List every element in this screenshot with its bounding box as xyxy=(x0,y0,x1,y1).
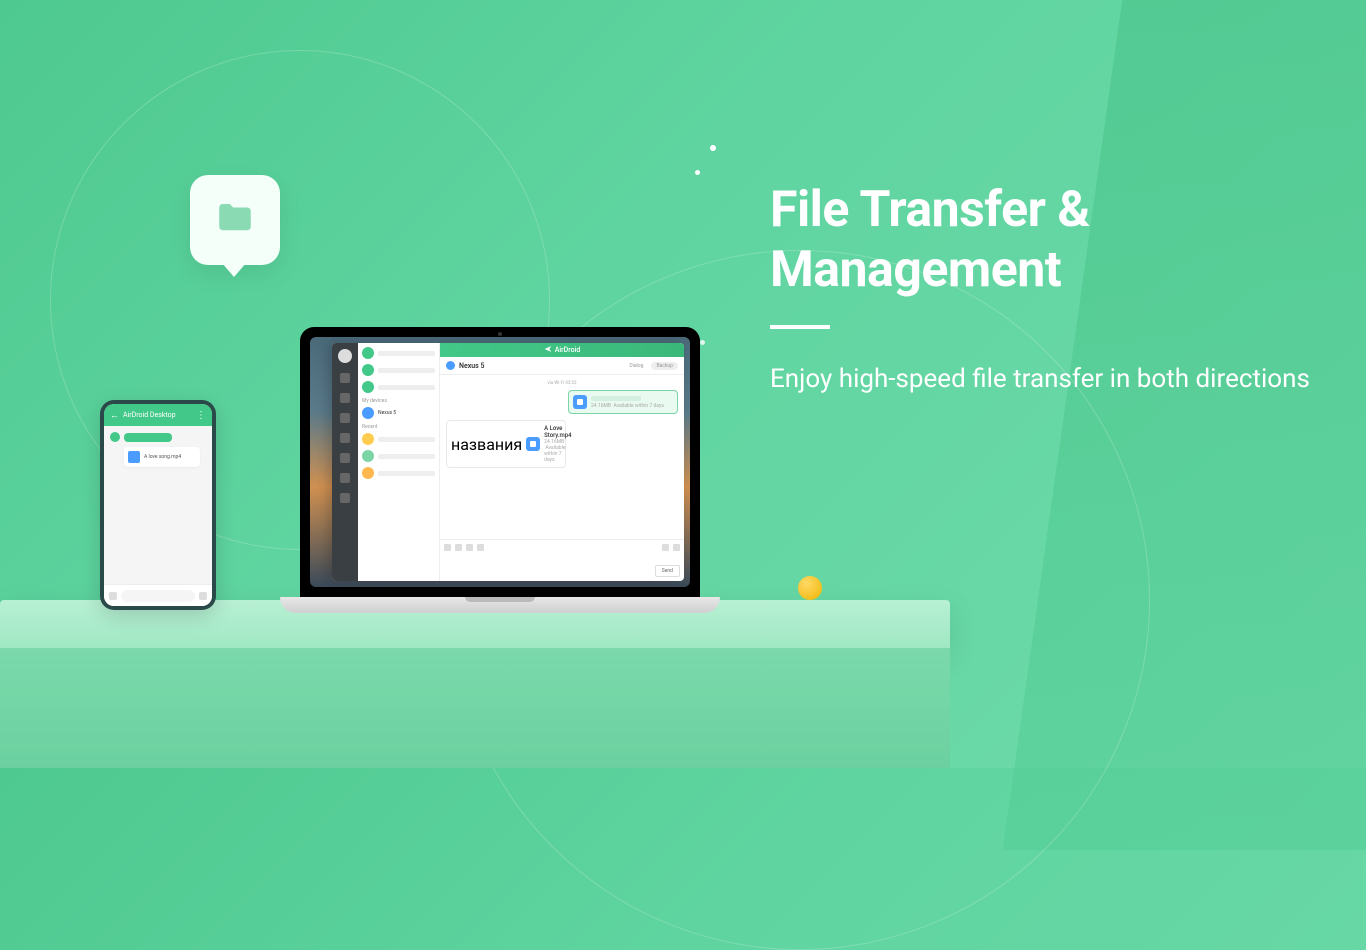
user-avatar[interactable] xyxy=(338,349,352,363)
emoji-icon[interactable] xyxy=(199,592,207,600)
chat-input-area: Send xyxy=(440,539,684,581)
file-name-placeholder xyxy=(591,396,641,401)
phone-app-header: ← AirDroid Desktop ⋮ xyxy=(104,404,212,426)
decorative-dot xyxy=(695,170,700,175)
nav-icon[interactable] xyxy=(340,493,350,503)
contact-item[interactable] xyxy=(362,450,435,462)
avatar-icon xyxy=(110,432,120,442)
device-name: Nexus 5 xyxy=(378,410,396,416)
phone-mockup: ← AirDroid Desktop ⋮ A love song.mp4 xyxy=(100,400,216,610)
phone-message-row xyxy=(110,432,206,442)
action-icon[interactable] xyxy=(673,544,680,551)
action-icon[interactable] xyxy=(662,544,669,551)
app-window: My devices Nexus 5 Recent AirDroid xyxy=(332,343,684,581)
message-bubble xyxy=(124,433,172,442)
image-icon[interactable] xyxy=(455,544,462,551)
file-name: A Love Story.mp4 xyxy=(544,425,571,439)
chat-header: Nexus 5 Dialog Backup xyxy=(440,357,684,375)
nav-rail xyxy=(332,343,358,581)
phone-chat-body: A love song.mp4 xyxy=(104,426,212,584)
timestamp: via Wi-Fi 03:22 xyxy=(446,381,678,386)
folder-icon[interactable] xyxy=(466,544,473,551)
file-meta: 24.16MB Available within 7 days xyxy=(591,403,664,409)
tab-backup[interactable]: Backup xyxy=(651,362,678,370)
folder-icon xyxy=(214,197,256,243)
section-label: Recent xyxy=(362,424,435,430)
send-button[interactable]: Send xyxy=(655,565,680,577)
app-icon[interactable] xyxy=(477,544,484,551)
nav-icon[interactable] xyxy=(340,373,350,383)
contact-list: My devices Nexus 5 Recent xyxy=(358,343,440,581)
nav-icon[interactable] xyxy=(340,453,350,463)
title-divider xyxy=(770,325,830,329)
section-label: My devices xyxy=(362,398,435,404)
contact-item[interactable] xyxy=(362,433,435,445)
attach-icon[interactable] xyxy=(444,544,451,551)
nav-icon[interactable] xyxy=(340,433,350,443)
app-brand: AirDroid xyxy=(555,346,581,354)
nav-icon[interactable] xyxy=(340,413,350,423)
hero-subtitle: Enjoy high-speed file transfer in both d… xyxy=(770,358,1310,401)
phone-title: AirDroid Desktop xyxy=(123,411,176,419)
nav-icon[interactable] xyxy=(340,473,350,483)
message-input[interactable] xyxy=(121,590,195,602)
hero-title: File Transfer & Management xyxy=(770,180,1366,300)
file-meta: 24.16MB Available within 7 days xyxy=(544,439,571,463)
chat-area: AirDroid Nexus 5 Dialog Backup via Wi-Fi… xyxy=(440,343,684,581)
contact-item[interactable] xyxy=(362,347,435,359)
phone-input-bar xyxy=(104,584,212,606)
file-icon xyxy=(526,437,540,451)
phone-screen: ← AirDroid Desktop ⋮ A love song.mp4 xyxy=(104,404,212,606)
device-status-icon xyxy=(446,361,455,370)
laptop-base xyxy=(280,597,720,613)
contact-item[interactable] xyxy=(362,364,435,376)
desktop-wallpaper: My devices Nexus 5 Recent AirDroid xyxy=(310,337,690,587)
back-icon[interactable]: ← xyxy=(110,410,119,421)
laptop-screen: My devices Nexus 5 Recent AirDroid xyxy=(300,327,700,597)
app-title-bar: AirDroid xyxy=(440,343,684,357)
contact-item[interactable]: Nexus 5 xyxy=(362,407,435,419)
decorative-ball xyxy=(798,576,822,600)
outgoing-file-message[interactable]: 24.16MB Available within 7 days xyxy=(568,390,678,414)
file-name: A love song.mp4 xyxy=(144,454,181,460)
chat-title: Nexus 5 xyxy=(459,362,485,370)
nav-icon[interactable] xyxy=(340,393,350,403)
file-icon xyxy=(128,451,140,463)
contact-item[interactable] xyxy=(362,467,435,479)
chat-messages: via Wi-Fi 03:22 24.16MB Available within… xyxy=(440,375,684,539)
contact-item[interactable] xyxy=(362,381,435,393)
incoming-file-message: названия A Love Story.mp4 24.16MB Availa… xyxy=(446,420,566,468)
laptop-mockup: My devices Nexus 5 Recent AirDroid xyxy=(280,327,720,613)
decorative-dot xyxy=(710,145,716,151)
file-icon xyxy=(573,395,587,409)
tab-dialog[interactable]: Dialog xyxy=(624,362,648,370)
folder-badge xyxy=(190,175,280,265)
phone-file-message[interactable]: A love song.mp4 xyxy=(124,447,200,467)
paper-plane-icon xyxy=(544,345,552,355)
attach-icon[interactable] xyxy=(109,592,117,600)
menu-icon[interactable]: ⋮ xyxy=(196,410,206,421)
